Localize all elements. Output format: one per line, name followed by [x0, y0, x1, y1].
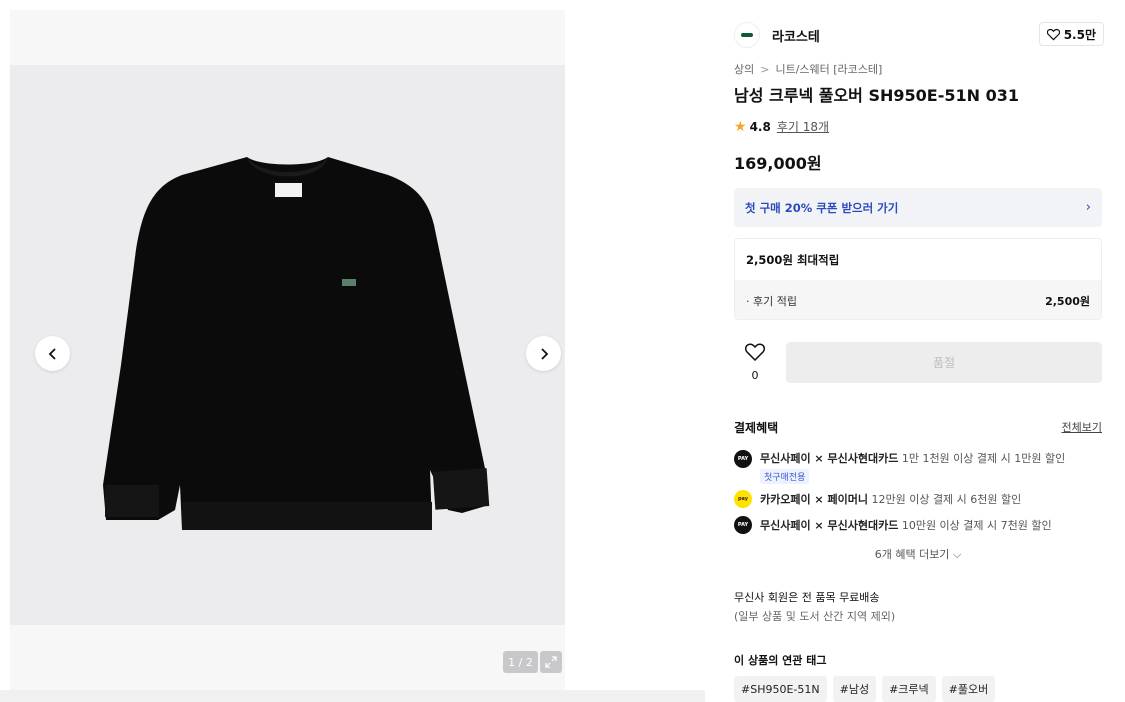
rating-row: ★ 4.8 후기 18개: [734, 118, 829, 135]
gallery-top-area: [10, 10, 565, 65]
points-title: 2,500원 최대적립: [746, 252, 840, 267]
benefit-item: pay 카카오페이 × 페이머니 12만원 이상 결제 시 6천원 할인: [734, 486, 1102, 512]
benefit-detail: 1만 1천원 이상 결제 시 1만원 할인: [901, 452, 1066, 465]
benefit-tag: 첫구매전용: [760, 469, 810, 484]
points-box: 2,500원 최대적립 · 후기 적립 2,500원: [734, 238, 1102, 320]
product-image[interactable]: [10, 65, 565, 625]
points-row-amount: 2,500원: [1045, 294, 1090, 308]
expand-icon: [545, 656, 557, 668]
sold-out-button[interactable]: 품절: [786, 342, 1102, 383]
wishlist-button[interactable]: 0: [744, 343, 766, 382]
more-benefits-button[interactable]: 6개 혜택 더보기 ⌵: [734, 546, 1102, 562]
bottom-divider: [0, 690, 705, 702]
benefit-detail: 12만원 이상 결제 시 6천원 할인: [871, 493, 1022, 506]
chevron-right-icon: ›: [1085, 200, 1091, 215]
benefit-brand: 무신사페이 × 무신사현대카드: [760, 452, 899, 465]
gallery-bottom-area: [10, 625, 565, 692]
benefit-text: 무신사페이 × 무신사현대카드 1만 1천원 이상 결제 시 1만원 할인 첫구…: [760, 450, 1065, 484]
tag-chip[interactable]: #크루넥: [882, 676, 936, 702]
wishlist-count: 0: [751, 369, 759, 382]
musinsa-pay-icon: PAY: [734, 450, 752, 468]
expand-image-button[interactable]: [540, 651, 562, 673]
breadcrumb-item[interactable]: 니트/스웨터 [라코스테]: [775, 63, 882, 76]
brand-like-count: 5.5만: [1063, 27, 1096, 42]
shipping-note: (일부 상품 및 도서 산간 지역 제외): [734, 610, 896, 623]
benefit-text: 무신사페이 × 무신사현대카드 10만원 이상 결제 시 7천원 할인: [760, 517, 1052, 533]
view-all-benefits-link[interactable]: 전체보기: [1062, 419, 1102, 435]
tag-chip[interactable]: #남성: [832, 676, 877, 702]
benefit-item: PAY 무신사페이 × 무신사현대카드 10만원 이상 결제 시 7천원 할인: [734, 512, 1102, 538]
star-icon: ★: [734, 118, 747, 135]
related-tags-title: 이 상품의 연관 태그: [734, 654, 827, 667]
heart-icon: [744, 343, 766, 362]
chevron-down-icon: ⌵: [952, 548, 962, 561]
previous-image-button[interactable]: [35, 336, 70, 371]
chevron-right-icon: [540, 347, 548, 360]
sweater-illustration: [10, 65, 565, 625]
product-gallery: 1 / 2: [10, 10, 565, 692]
next-image-button[interactable]: [526, 336, 561, 371]
benefit-text: 카카오페이 × 페이머니 12만원 이상 결제 시 6천원 할인: [760, 491, 1021, 507]
breadcrumb: 상의 > 니트/스웨터 [라코스테]: [734, 61, 882, 77]
chevron-left-icon: [48, 347, 56, 360]
related-tags: #SH950E-51N #남성 #크루넥 #풀오버: [734, 676, 996, 702]
musinsa-pay-icon: PAY: [734, 516, 752, 534]
more-benefits-label: 6개 혜택 더보기: [874, 548, 950, 561]
tag-chip[interactable]: #풀오버: [941, 676, 996, 702]
product-title: 남성 크루넥 풀오버 SH950E-51N 031: [734, 86, 1019, 105]
benefit-list: PAY 무신사페이 × 무신사현대카드 1만 1천원 이상 결제 시 1만원 할…: [734, 450, 1102, 538]
points-row: · 후기 적립 2,500원: [735, 280, 1101, 319]
product-info-panel: 라코스테 5.5만 상의 > 니트/스웨터 [라코스테] 남성 크루넥 풀오버 SH…: [718, 0, 1125, 702]
brand-like-button[interactable]: 5.5만: [1038, 22, 1104, 46]
brand-logo[interactable]: [734, 22, 760, 48]
tag-chip[interactable]: #SH950E-51N: [734, 676, 827, 702]
benefit-item: PAY 무신사페이 × 무신사현대카드 1만 1천원 이상 결제 시 1만원 할…: [734, 450, 1102, 486]
image-pager: 1 / 2: [503, 651, 562, 673]
kakao-pay-icon: pay: [734, 490, 752, 508]
rating-value: 4.8: [749, 119, 771, 134]
heart-icon: [1046, 28, 1060, 40]
benefit-detail: 10만원 이상 결제 시 7천원 할인: [901, 519, 1052, 532]
brand-row: 라코스테 5.5만: [734, 22, 1104, 48]
first-purchase-coupon-banner[interactable]: 첫 구매 20% 쿠폰 받으러 가기 ›: [734, 188, 1102, 227]
brand-name[interactable]: 라코스테: [772, 26, 820, 45]
image-counter: 1 / 2: [503, 651, 538, 673]
chevron-right-icon: >: [760, 63, 770, 76]
review-count-link[interactable]: 후기 18개: [777, 118, 829, 135]
benefit-brand: 무신사페이 × 무신사현대카드: [760, 519, 899, 532]
product-price: 169,000원: [734, 154, 822, 173]
shipping-title: 무신사 회원은 전 품목 무료배송: [734, 591, 880, 604]
coupon-label: 첫 구매 20% 쿠폰 받으러 가기: [745, 200, 899, 215]
breadcrumb-item[interactable]: 상의: [734, 63, 754, 76]
benefit-brand: 카카오페이 × 페이머니: [760, 493, 868, 506]
points-row-label: · 후기 적립: [746, 294, 797, 308]
payment-benefits-title: 결제혜택: [734, 421, 779, 435]
